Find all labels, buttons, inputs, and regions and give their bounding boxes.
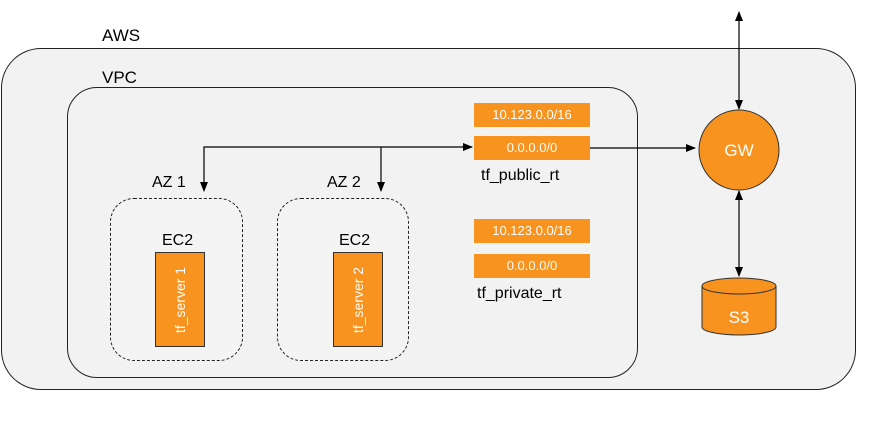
diagram-connectors: GW S3 — [200, 10, 780, 336]
gateway-label: GW — [724, 141, 753, 160]
s3-label: S3 — [729, 308, 750, 327]
route-to-az1-connector — [200, 143, 473, 192]
